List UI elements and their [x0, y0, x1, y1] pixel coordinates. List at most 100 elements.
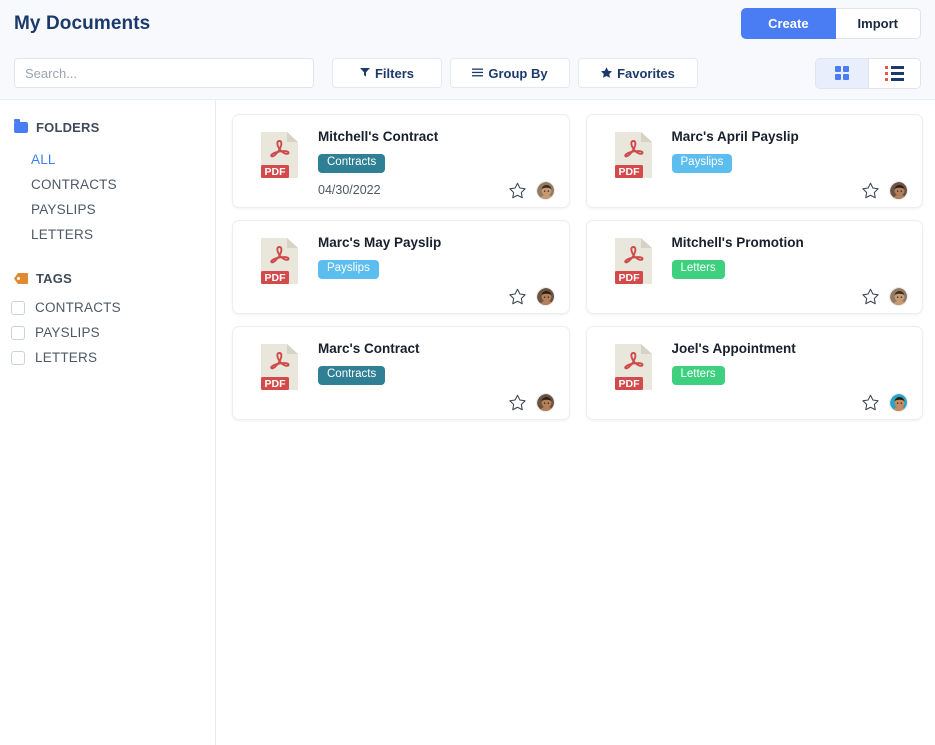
pdf-file-icon: PDF: [614, 132, 652, 178]
main-content: PDF Mitchell's Contract Contracts 04/30/202…: [216, 100, 935, 745]
checkbox-payslips[interactable]: [11, 325, 25, 340]
pdf-file-icon: PDF: [614, 238, 652, 284]
folders-heading: FOLDERS: [0, 119, 215, 135]
avatar-marc[interactable]: [535, 287, 555, 306]
document-card-actions: [508, 181, 555, 200]
list-view-button[interactable]: [868, 58, 920, 88]
tag-icon: [14, 273, 28, 284]
document-title: Marc's April Payslip: [671, 129, 799, 144]
avatar-mitchell[interactable]: [535, 181, 555, 200]
avatar-mitchell[interactable]: [889, 287, 908, 306]
tags-heading: TAGS: [0, 271, 215, 286]
search-input[interactable]: [14, 58, 314, 88]
filters-label: Filters: [374, 65, 414, 81]
document-card-body: Mitchell's Promotion Letters: [658, 232, 911, 306]
pdf-file-icon: PDF: [614, 132, 652, 178]
body-wrapper: FOLDERS ALL CONTRACTS PAYSLIPS LETTERS T…: [0, 100, 935, 745]
document-card[interactable]: PDF Mitchell's Contract Contracts 04/30/202…: [232, 114, 570, 208]
star-outline-icon[interactable]: [508, 394, 526, 411]
view-toggle-group: [815, 57, 921, 89]
document-card[interactable]: PDF Marc's May Payslip Payslips: [232, 220, 570, 314]
import-button[interactable]: Import: [835, 8, 921, 39]
document-tag-badge[interactable]: Contracts: [318, 366, 386, 385]
document-title: Marc's May Payslip: [318, 235, 442, 250]
favorites-label: Favorites: [617, 65, 675, 81]
svg-text:PDF: PDF: [618, 378, 640, 390]
document-date: 04/30/2022: [318, 183, 381, 197]
document-title: Mitchell's Contract: [318, 129, 439, 144]
svg-text:PDF: PDF: [618, 166, 640, 178]
pdf-file-icon: PDF: [261, 344, 298, 390]
svg-text:PDF: PDF: [618, 272, 640, 284]
sidebar-folder-contracts[interactable]: CONTRACTS: [0, 172, 215, 197]
pdf-file-icon: PDF: [614, 344, 652, 390]
document-tag-badge[interactable]: Contracts: [318, 154, 386, 173]
avatar-joel[interactable]: [889, 393, 908, 412]
grid-view-button[interactable]: [816, 58, 868, 88]
document-title: Marc's Contract: [318, 341, 420, 356]
document-tag-badge[interactable]: Payslips: [318, 260, 379, 279]
document-tag-badge[interactable]: Payslips: [671, 154, 733, 173]
avatar-marc[interactable]: [889, 181, 908, 200]
pdf-file-icon: PDF: [614, 344, 652, 390]
document-tag-badge[interactable]: Letters: [671, 260, 725, 279]
toolbar: Filters Group By Favorites: [0, 47, 935, 100]
document-card[interactable]: PDF Marc's April Payslip Payslips: [585, 114, 923, 208]
sidebar: FOLDERS ALL CONTRACTS PAYSLIPS LETTERS T…: [0, 100, 216, 745]
sidebar-tag-label: PAYSLIPS: [35, 325, 100, 340]
document-tag-badge[interactable]: Letters: [671, 366, 725, 385]
pdf-file-icon: PDF: [261, 238, 298, 284]
star-outline-icon[interactable]: [508, 182, 526, 199]
create-button[interactable]: Create: [741, 8, 836, 39]
tags-heading-label: TAGS: [36, 271, 72, 286]
document-card-body: Joel's Appointment Letters: [658, 338, 911, 412]
document-title: Joel's Appointment: [671, 341, 796, 356]
star-outline-icon[interactable]: [862, 288, 879, 305]
pdf-file-icon: PDF: [261, 132, 298, 178]
document-card-body: Mitchell's Contract Contracts 04/30/2022: [304, 126, 557, 200]
pdf-file-icon: PDF: [261, 132, 298, 178]
list-lines-icon: [472, 67, 484, 79]
top-header-bar: My Documents Create Import: [0, 0, 935, 47]
sidebar-folder-all[interactable]: ALL: [0, 147, 215, 172]
group-by-label: Group By: [488, 65, 548, 81]
sidebar-tag-contracts[interactable]: CONTRACTS: [0, 295, 215, 320]
sidebar-tag-label: CONTRACTS: [35, 300, 121, 315]
grid-view-icon: [835, 66, 849, 80]
sidebar-tag-payslips[interactable]: PAYSLIPS: [0, 320, 215, 345]
star-outline-icon[interactable]: [862, 182, 879, 199]
pdf-file-icon: PDF: [261, 238, 298, 284]
star-outline-icon[interactable]: [508, 288, 526, 305]
header-action-group: Create Import: [741, 8, 921, 39]
svg-text:PDF: PDF: [265, 378, 287, 390]
checkbox-letters[interactable]: [11, 350, 25, 365]
document-card[interactable]: PDF Joel's Appointment Letters: [585, 326, 923, 420]
sidebar-folder-letters[interactable]: LETTERS: [0, 222, 215, 247]
document-card-actions: [508, 393, 555, 412]
sidebar-tag-letters[interactable]: LETTERS: [0, 345, 215, 370]
star-outline-icon[interactable]: [862, 394, 879, 411]
funnel-icon: [359, 67, 370, 79]
favorites-button[interactable]: Favorites: [578, 58, 698, 88]
svg-text:PDF: PDF: [265, 166, 287, 178]
avatar-marc[interactable]: [535, 393, 555, 412]
document-card-actions: [862, 287, 908, 306]
document-card[interactable]: PDF Marc's Contract Contracts: [232, 326, 570, 420]
document-card-body: Marc's April Payslip Payslips: [658, 126, 911, 200]
tag-list: CONTRACTS PAYSLIPS LETTERS: [0, 295, 215, 370]
star-filled-icon: [601, 66, 613, 80]
page-title: My Documents: [14, 12, 151, 34]
document-card[interactable]: PDF Mitchell's Promotion Letters: [585, 220, 923, 314]
svg-text:PDF: PDF: [265, 272, 287, 284]
document-grid: PDF Mitchell's Contract Contracts 04/30/202…: [232, 114, 923, 420]
document-card-body: Marc's Contract Contracts: [304, 338, 557, 412]
document-card-actions: [508, 287, 555, 306]
document-card-actions: [862, 181, 908, 200]
group-by-button[interactable]: Group By: [450, 58, 570, 88]
sidebar-folder-payslips[interactable]: PAYSLIPS: [0, 197, 215, 222]
folder-icon: [14, 119, 28, 133]
filters-button[interactable]: Filters: [332, 58, 442, 88]
checkbox-contracts[interactable]: [11, 300, 25, 315]
sidebar-tag-label: LETTERS: [35, 350, 98, 365]
document-card-actions: [862, 393, 908, 412]
